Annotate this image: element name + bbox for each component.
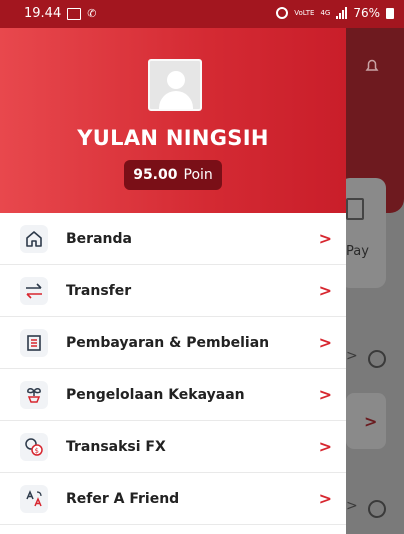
- menu-item-label: Refer A Friend: [66, 490, 180, 507]
- signal-icon: [336, 7, 348, 19]
- menu-item-refer-a-friend[interactable]: Refer A Friend >: [0, 473, 346, 525]
- chevron-right-icon: >: [318, 437, 332, 456]
- alarm-icon: [276, 7, 289, 19]
- translate-icon: [20, 484, 48, 513]
- battery-percent: 76%: [353, 6, 380, 20]
- background-chevron-2: >: [364, 412, 378, 431]
- avatar[interactable]: [148, 59, 202, 111]
- currency-exchange-icon: $: [20, 432, 48, 461]
- chevron-right-icon: >: [318, 385, 332, 404]
- avatar-head: [167, 71, 185, 89]
- user-name: YULAN NINGSIH: [77, 126, 269, 150]
- points-value: 95.00: [133, 167, 178, 183]
- background-card: [340, 178, 386, 288]
- points-badge[interactable]: 95.00 Poin: [124, 160, 222, 190]
- network-type-icon: 4G: [320, 8, 331, 17]
- pie-chart-icon: [368, 350, 386, 368]
- menu-item-label: Transaksi FX: [66, 438, 166, 455]
- chevron-right-icon: >: [318, 229, 332, 248]
- svg-text:$: $: [35, 447, 39, 455]
- menu-item-label: Pembayaran & Pembelian: [66, 334, 270, 351]
- avatar-body: [159, 91, 193, 109]
- chevron-right-icon: >: [318, 281, 332, 300]
- menu-item-pembayaran[interactable]: Pembayaran & Pembelian >: [0, 317, 346, 369]
- navigation-drawer: YULAN NINGSIH 95.00 Poin Beranda > Trans…: [0, 28, 346, 534]
- image-notification-icon: [67, 7, 82, 20]
- bell-icon: [365, 59, 379, 71]
- home-icon: [20, 224, 48, 253]
- menu-item-label: Transfer: [66, 282, 132, 299]
- chevron-right-icon: >: [318, 333, 332, 352]
- status-time: 19.44: [24, 6, 62, 21]
- menu-item-label: Beranda: [66, 230, 132, 247]
- status-bar: 19.44 ✆ VoLTE 4G 76%: [0, 0, 404, 28]
- background-chevron: >: [346, 348, 358, 364]
- transfer-icon: [20, 276, 48, 305]
- drawer-menu: Beranda > Transfer > Pembayaran & Pembel…: [0, 213, 346, 525]
- pay-label: Pay: [346, 244, 369, 259]
- menu-item-label: Pengelolaan Kekayaan: [66, 386, 245, 403]
- menu-item-transfer[interactable]: Transfer >: [0, 265, 346, 317]
- pay-icon: [346, 198, 364, 220]
- pie-chart-icon: [368, 500, 386, 518]
- points-label: Poin: [183, 167, 213, 183]
- menu-item-transaksi-fx[interactable]: $ Transaksi FX >: [0, 421, 346, 473]
- background-chevron-3: >: [346, 498, 358, 514]
- profile-header: YULAN NINGSIH 95.00 Poin: [0, 28, 346, 213]
- chevron-right-icon: >: [318, 489, 332, 508]
- battery-icon: [386, 7, 394, 19]
- volte-icon: VoLTE: [294, 8, 315, 17]
- phone-icon: ✆: [87, 7, 97, 20]
- receipt-icon: [20, 328, 48, 357]
- plant-icon: [20, 380, 48, 409]
- menu-item-beranda[interactable]: Beranda >: [0, 213, 346, 265]
- menu-item-pengelolaan-kekayaan[interactable]: Pengelolaan Kekayaan >: [0, 369, 346, 421]
